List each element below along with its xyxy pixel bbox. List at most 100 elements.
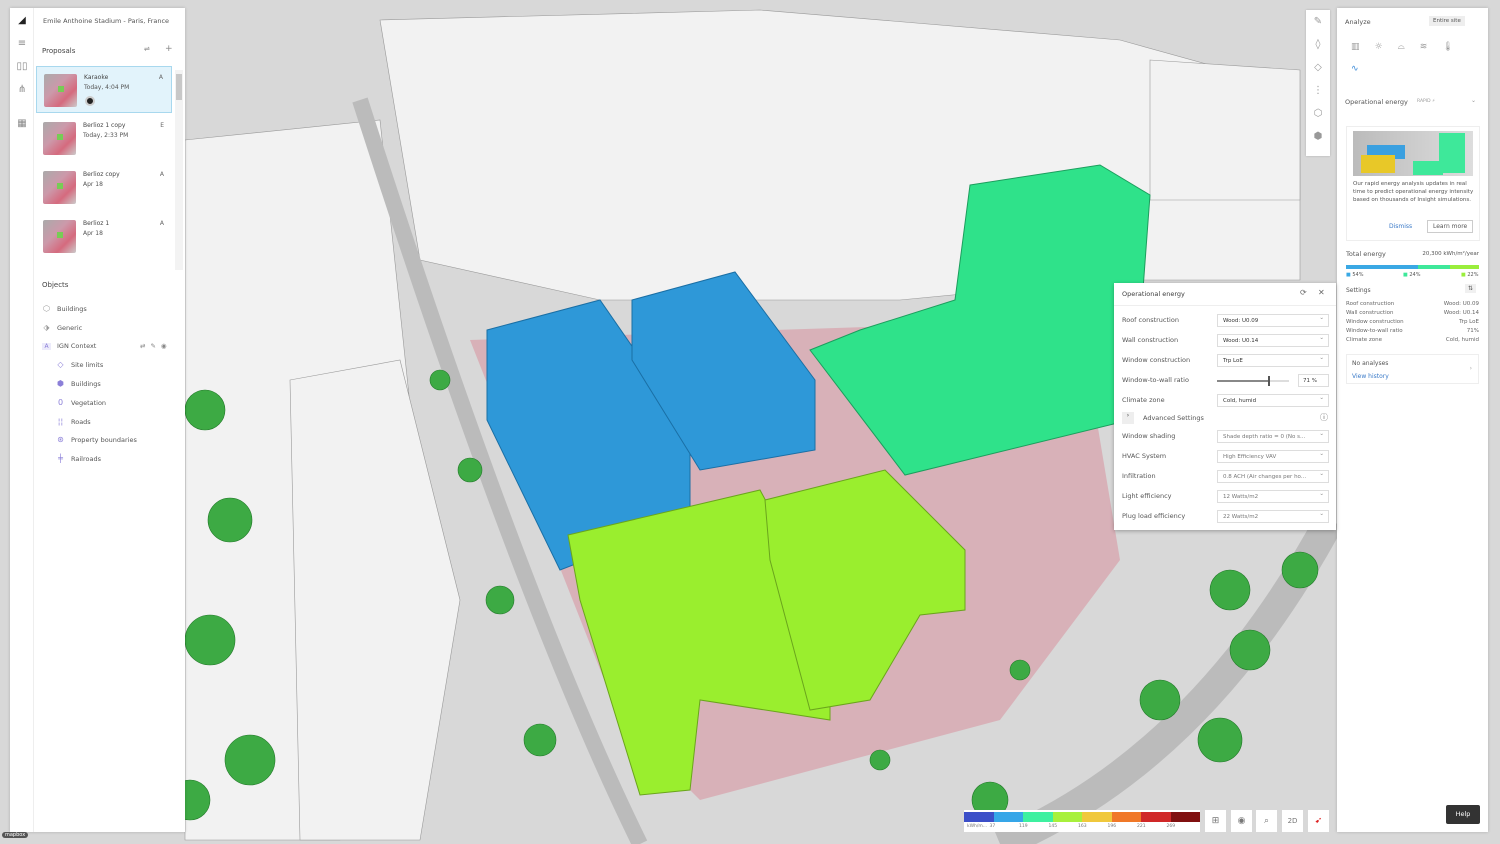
proposal-item[interactable]: Berlioz 1 Apr 18 A — [36, 213, 172, 260]
setting-row: Roof construction Wood: U0.09 — [1346, 301, 1479, 307]
shape-icon[interactable]: ◊ — [1306, 33, 1330, 56]
total-energy-label: Total energy — [1346, 250, 1386, 258]
climate-zone-select[interactable]: Cold, humid — [1217, 394, 1329, 407]
object-label: Property boundaries — [71, 435, 137, 444]
learn-more-button[interactable]: Learn more — [1427, 220, 1474, 233]
share-segment — [1449, 265, 1479, 269]
pencil-icon[interactable]: ✎ — [1306, 10, 1330, 33]
wwr-input[interactable]: 71 % — [1298, 374, 1329, 387]
proposal-item[interactable]: Karaoke Today, 4:04 PM A — [36, 66, 172, 113]
sun-icon[interactable]: ☼ — [1375, 42, 1398, 52]
wwr-slider[interactable] — [1217, 376, 1289, 386]
proposal-item[interactable]: Berlioz copy Apr 18 A — [36, 164, 172, 211]
add-proposal-button[interactable]: + — [165, 44, 173, 54]
promo-card: Our rapid energy analysis updates in rea… — [1346, 126, 1480, 241]
object-item-railroads[interactable]: ╪ Railroads — [56, 454, 101, 463]
proposal-badge: E — [160, 122, 164, 129]
object-item-vegetation[interactable]: 0 Vegetation — [56, 398, 106, 407]
analyze-panel: Analyze Entire site ▥☼⌓≋🌡 ∿ Operational … — [1337, 8, 1488, 832]
object-item-roads[interactable]: ¦¦ Roads — [56, 417, 91, 426]
proposal-item[interactable]: Berlioz 1 copy Today, 2:33 PM E — [36, 115, 172, 162]
settings-toggle-icon[interactable]: ⇅ — [1465, 284, 1477, 293]
scope-selector[interactable]: Entire site — [1429, 16, 1465, 26]
share-value: 24% — [1409, 272, 1421, 278]
roof-construction-row: Roof construction Wood: U0.09 — [1122, 314, 1329, 328]
search-zoom-button[interactable]: ⌕ — [1256, 810, 1277, 832]
settings-label: Settings — [1346, 287, 1371, 294]
thermometer-icon[interactable]: 🌡 — [1442, 42, 1468, 52]
object-item-generic[interactable]: ⬗ Generic — [42, 323, 82, 332]
chevron-down-icon[interactable]: ⌄ — [1471, 97, 1476, 104]
share-3: ■ 22% — [1461, 272, 1479, 278]
help-button[interactable]: Help — [1446, 805, 1480, 824]
help-circle-icon[interactable]: ⓘ — [1320, 412, 1328, 423]
light-efficiency-row: Light efficiency 12 Watts/m2 — [1122, 490, 1329, 504]
slider-thumb[interactable] — [1268, 376, 1271, 386]
left-sidebar: ◢ ≡ ▯▯ ⋔ ▦ Emile Anthoine Stadium - Pari… — [10, 8, 185, 832]
cube-icon: ⬡ — [43, 304, 50, 313]
viewport-toolbar: ✎ ◊ ◇ ⋮ ⬡ ⬢ — [1306, 10, 1330, 156]
legend-tick: 196 — [1107, 824, 1117, 829]
total-energy-value: 20,300 kWh/m²/year — [1422, 251, 1479, 257]
legend-unit: kWh/m... — [967, 824, 988, 829]
object-item-site-limits[interactable]: ◇ Site limits — [56, 360, 103, 369]
2d-toggle-button[interactable]: 2D — [1282, 810, 1303, 832]
object-item-ign-context[interactable]: A IGN Context — [42, 342, 96, 350]
setting-row: Window-to-wall ratio 71% — [1346, 328, 1479, 334]
roof-construction-select[interactable]: Wood: U0.09 — [1217, 314, 1329, 327]
boundary-icon: ⊛ — [57, 435, 64, 444]
measure-icon[interactable]: ⋮ — [1306, 79, 1330, 102]
wall-construction-select[interactable]: Wood: U0.14 — [1217, 334, 1329, 347]
no-analyses-text: No analyses — [1352, 360, 1389, 367]
dialog-title: Operational energy — [1122, 290, 1185, 298]
proposal-name: Berlioz 1 copy — [83, 122, 126, 129]
hvac-row: HVAC System High Efficiency VAV — [1122, 450, 1329, 464]
refresh-icon[interactable]: ⟳ — [1300, 288, 1307, 297]
legend-swatch — [1141, 812, 1171, 822]
window-shading-select[interactable]: Shade depth ratio = 0 (No s... — [1217, 430, 1329, 443]
view-history-link[interactable]: View history — [1352, 373, 1389, 380]
proposals-scrollbar[interactable] — [175, 70, 183, 270]
hvac-select[interactable]: High Efficiency VAV — [1217, 450, 1329, 463]
plug-load-select[interactable]: 22 Watts/m2 — [1217, 510, 1329, 523]
close-icon[interactable]: ✕ — [1318, 288, 1325, 297]
object-item-property-boundaries[interactable]: ⊛ Property boundaries — [56, 435, 137, 444]
object-item-buildings[interactable]: ⬢ Buildings — [56, 379, 101, 388]
filter-icon[interactable]: ⇌ — [144, 45, 150, 53]
grid-icon[interactable]: ▦ — [15, 117, 29, 131]
analyses-history[interactable]: No analyses View history › — [1346, 354, 1479, 384]
chevron-icon[interactable]: › — [1122, 412, 1134, 424]
people-icon[interactable]: ⋔ — [15, 83, 29, 97]
wind-icon[interactable]: ≋ — [1420, 42, 1443, 52]
dome-icon[interactable]: ⌓ — [1398, 42, 1420, 52]
eye-icon[interactable]: ◉ — [161, 342, 167, 350]
visibility-button[interactable]: ◉ — [1231, 810, 1252, 832]
proposal-name: Berlioz copy — [83, 171, 120, 178]
menu-icon[interactable]: ≡ — [15, 37, 29, 51]
legend-tick: 37 — [989, 824, 996, 829]
object-item-buildings[interactable]: ⬡ Buildings — [42, 304, 87, 313]
proposal-date: Apr 18 — [83, 181, 103, 188]
layer-icon[interactable]: ◇ — [1306, 56, 1330, 79]
legend-swatch — [1111, 812, 1141, 822]
box-icon[interactable]: ⬡ — [1306, 102, 1330, 125]
object-label: Railroads — [71, 454, 101, 463]
dismiss-link[interactable]: Dismiss — [1389, 223, 1412, 230]
grid-view-button[interactable]: ⊞ — [1205, 810, 1226, 832]
edit-icon[interactable]: ✎ — [150, 342, 155, 350]
site-limits-icon: ◇ — [57, 360, 64, 369]
legend-swatch — [1082, 812, 1112, 822]
infiltration-select[interactable]: 0.8 ACH (Air changes per ho... — [1217, 470, 1329, 483]
window-construction-select[interactable]: Trp LoE — [1217, 354, 1329, 367]
chart-icon[interactable]: ▥ — [1351, 42, 1375, 52]
light-efficiency-select[interactable]: 12 Watts/m2 — [1217, 490, 1329, 503]
object-label: Vegetation — [71, 398, 107, 407]
compass-icon[interactable]: ➹ — [1308, 810, 1329, 832]
book-icon[interactable]: ▯▯ — [15, 60, 29, 74]
advanced-settings-toggle[interactable]: › Advanced Settings ⓘ — [1122, 412, 1328, 426]
energy-flow-icon[interactable]: ∿ — [1351, 64, 1359, 74]
building-icon[interactable]: ⬢ — [1306, 125, 1330, 148]
mapbox-attribution[interactable]: mapbox — [2, 832, 29, 838]
swap-icon[interactable]: ⇄ — [140, 342, 145, 350]
legend-swatch — [1023, 812, 1053, 822]
